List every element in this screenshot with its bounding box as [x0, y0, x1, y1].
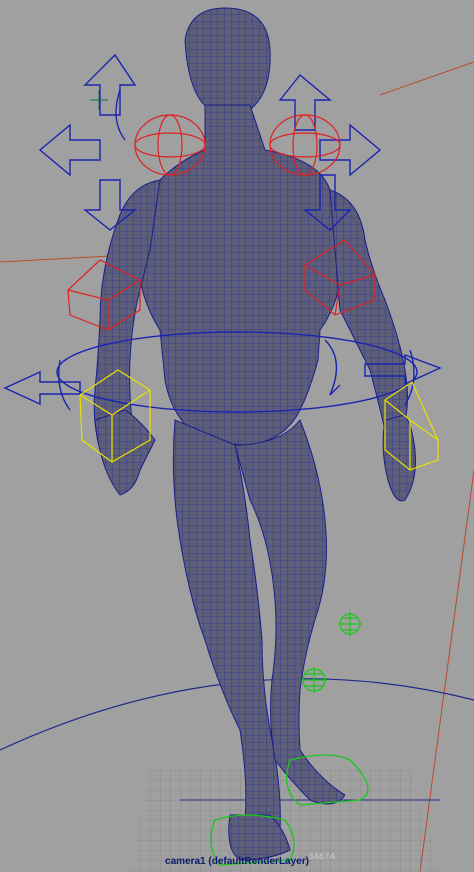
light-line-left [0, 255, 111, 263]
light-line-right [419, 469, 474, 872]
light-line [379, 61, 474, 96]
locator-icon[interactable] [338, 612, 362, 636]
pivot-crosshair-icon [90, 90, 108, 110]
camera-label: camera1 (defaultRenderLayer) [0, 856, 474, 867]
move-arrows-icon[interactable] [38, 53, 137, 231]
maya-viewport[interactable]: camera1 (defaultRenderLayer) 34674 [0, 0, 474, 872]
character-mesh[interactable] [93, 7, 416, 861]
frame-readout: 34674 [308, 852, 336, 862]
camera-label-text: camera1 (defaultRenderLayer) [165, 856, 309, 867]
scene-canvas[interactable] [0, 0, 474, 872]
locator-icon[interactable] [301, 667, 327, 693]
